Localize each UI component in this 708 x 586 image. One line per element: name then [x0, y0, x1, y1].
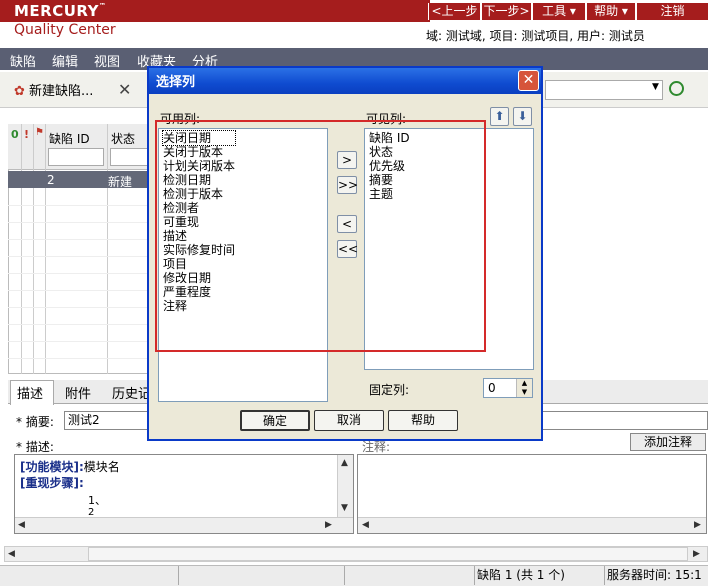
menu-defects[interactable]: 缺陷	[10, 51, 36, 70]
scroll-left-icon[interactable]: ◀	[18, 520, 25, 530]
highlight-box	[155, 120, 486, 352]
product-name: Quality Center	[14, 22, 116, 38]
ok-button[interactable]: 确定	[240, 410, 310, 431]
alert-icon: !	[24, 128, 30, 141]
add-comment-button[interactable]: 添加注释	[630, 433, 706, 451]
help-button[interactable]: 帮助	[388, 410, 458, 431]
defect-count: 缺陷 1 (共 1 个)	[474, 566, 604, 585]
table-row[interactable]	[8, 171, 158, 188]
summary-label: * 摘要:	[16, 415, 54, 429]
grid-col-divider	[45, 124, 46, 374]
comment-hscroll[interactable]	[358, 517, 706, 533]
tab-attachments[interactable]: 附件	[65, 383, 91, 402]
filter-id-field[interactable]	[48, 148, 104, 166]
description-label: * 描述:	[16, 440, 54, 454]
spinner-icon[interactable]: ▲ ▼	[516, 379, 532, 397]
attachment-icon: 0	[11, 128, 19, 141]
logout-button[interactable]: 注销	[636, 3, 708, 20]
move-down-button[interactable]: ⬇	[513, 107, 532, 126]
new-defect-button[interactable]: ✿ 新建缺陷...	[14, 80, 93, 99]
grid-line	[8, 239, 158, 240]
col-header-status[interactable]: 状态	[111, 130, 135, 147]
scroll-left-icon[interactable]: ◀	[362, 520, 369, 530]
scroll-left-icon[interactable]: ◀	[8, 549, 15, 559]
grid-line	[8, 307, 158, 308]
help-menu[interactable]: 帮助 ▾	[586, 3, 635, 20]
mercury-logo: MERCURY™	[14, 2, 107, 20]
grid-line	[8, 324, 158, 325]
grid-col-divider	[21, 124, 22, 374]
new-defect-label: 新建缺陷...	[29, 84, 94, 99]
grid-col-divider	[107, 124, 108, 374]
grid-line	[8, 341, 158, 342]
col-header-id[interactable]: 缺陷 ID	[49, 130, 90, 147]
grid-line	[8, 273, 158, 274]
step-line: 1、	[88, 494, 106, 507]
grid-line	[8, 222, 158, 223]
row-id-cell: 2	[47, 173, 55, 187]
status-cell	[178, 566, 344, 585]
grid-line	[8, 358, 158, 359]
move-up-button[interactable]: ⬆	[490, 107, 509, 126]
clock-icon[interactable]	[669, 81, 684, 96]
cancel-button[interactable]: 取消	[314, 410, 384, 431]
row-status-cell: 新建	[108, 175, 133, 189]
fixed-columns-label: 固定列:	[369, 383, 410, 397]
grid-line	[8, 205, 158, 206]
scroll-right-icon[interactable]: ▶	[693, 549, 700, 559]
chevron-down-icon[interactable]: ▼	[652, 82, 659, 92]
tools-menu[interactable]: 工具 ▾	[532, 3, 585, 20]
scroll-right-icon[interactable]: ▶	[325, 520, 332, 530]
grid-col-divider	[33, 124, 34, 374]
menu-view[interactable]: 视图	[94, 51, 120, 70]
close-icon[interactable]: ✕	[518, 70, 539, 91]
back-button[interactable]: <上一步	[428, 3, 480, 20]
field-key: [重现步骤]:	[20, 476, 84, 490]
dialog-titlebar[interactable]	[149, 68, 541, 94]
context-info: 域: 测试域, 项目: 测试项目, 用户: 测试员	[426, 29, 645, 43]
field-key: [功能模块]:	[20, 460, 84, 474]
tab-history[interactable]: 历史记	[112, 383, 151, 402]
server-time: 服务器时间: 15:1	[604, 566, 708, 585]
favorites-combo[interactable]	[545, 80, 663, 100]
grid-line	[8, 256, 158, 257]
bug-icon: ✿	[14, 84, 25, 99]
flag-icon: ⚑	[35, 127, 44, 138]
dialog-title: 选择列	[156, 75, 196, 90]
field-value: 模块名	[83, 460, 120, 474]
grid-line	[8, 290, 158, 291]
forward-button[interactable]: 下一步>	[481, 3, 531, 20]
tab-description-label[interactable]: 描述	[17, 383, 43, 402]
menu-edit[interactable]: 编辑	[52, 51, 78, 70]
description-hscroll[interactable]	[15, 517, 353, 533]
scroll-down-icon[interactable]: ▼	[341, 503, 348, 513]
status-cell	[344, 566, 474, 585]
arrow-up-icon: ⬆	[494, 109, 505, 123]
scroll-right-icon[interactable]: ▶	[694, 520, 701, 530]
close-icon[interactable]: ✕	[118, 80, 131, 99]
step-line: 2	[88, 507, 95, 516]
scroll-thumb[interactable]	[88, 547, 688, 561]
filter-status-field[interactable]	[110, 148, 150, 166]
arrow-down-icon: ⬇	[517, 109, 528, 123]
scroll-up-icon[interactable]: ▲	[341, 458, 348, 468]
